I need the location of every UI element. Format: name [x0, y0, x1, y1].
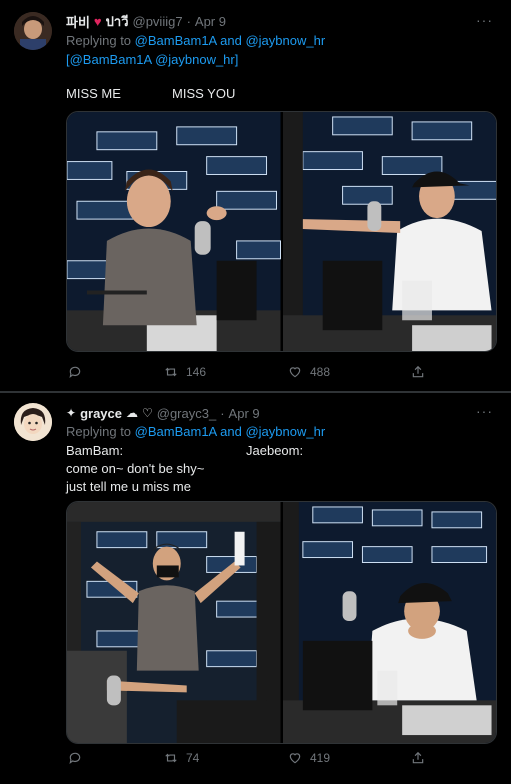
- media-grid[interactable]: [66, 111, 497, 352]
- share-button[interactable]: [411, 751, 425, 765]
- replying-to: Replying to @BamBam1A and @jaybnow_hr: [66, 33, 325, 48]
- retweet-button[interactable]: 74: [164, 751, 199, 765]
- speaker-label-right: Jaebeom:: [246, 443, 304, 458]
- photo-bambam-arms-out[interactable]: [67, 502, 281, 743]
- reply-icon: [69, 752, 81, 765]
- avatar-image: [14, 12, 52, 50]
- like-icon: [289, 367, 301, 378]
- cloud-icon: ☁: [125, 406, 138, 420]
- tweet-1[interactable]: 파비 ♥ ปาวี @pviiig7 · Apr 9 ··· Replying …: [0, 0, 511, 392]
- tweet-2[interactable]: ✦ grayce ☁ ♡ @grayc3_ · Apr 9 ··· Replyi…: [0, 393, 511, 784]
- retweet-count: 146: [186, 365, 207, 379]
- white-heart-icon: ♡: [141, 406, 153, 420]
- like-icon: [289, 753, 301, 764]
- mention-link[interactable]: @BamBam1A: [135, 424, 217, 439]
- mention-link[interactable]: @jaybnow_hr: [245, 424, 325, 439]
- timestamp[interactable]: Apr 9: [229, 406, 260, 421]
- user-handle[interactable]: @pviiig7: [133, 14, 183, 29]
- reply-button[interactable]: [68, 365, 82, 379]
- tweet-text-left: MISS ME: [66, 86, 121, 101]
- photo-bambam-laughing[interactable]: [67, 112, 281, 351]
- tweet-actions: 74 419: [66, 751, 497, 769]
- media-grid[interactable]: [66, 501, 497, 744]
- tweet-header: ✦ grayce ☁ ♡ @grayc3_ · Apr 9: [66, 404, 260, 422]
- tweet-actions: 146 488: [66, 365, 497, 383]
- tweet-text-line[interactable]: [@BamBam1A @jaybnow_hr]: [66, 52, 238, 67]
- photo-jaebeom-pointing[interactable]: [282, 112, 496, 351]
- separator: ·: [186, 13, 191, 29]
- display-name[interactable]: 파비: [66, 12, 90, 31]
- display-name-suffix[interactable]: ปาวี: [106, 11, 129, 32]
- like-button[interactable]: 488: [288, 365, 330, 379]
- replying-to-label: Replying to: [66, 33, 132, 48]
- speaker-label-left: BamBam:: [66, 443, 124, 458]
- user-handle[interactable]: @grayc3_: [157, 406, 216, 421]
- reply-icon: [69, 366, 81, 379]
- heart-icon: ♥: [93, 13, 102, 29]
- more-icon[interactable]: ···: [476, 12, 493, 28]
- mention-link[interactable]: @jaybnow_hr: [245, 33, 325, 48]
- avatar-image: [14, 403, 52, 441]
- retweet-count: 74: [186, 751, 200, 765]
- like-button[interactable]: 419: [288, 751, 330, 765]
- share-button[interactable]: [411, 365, 425, 379]
- retweet-icon: [165, 753, 177, 763]
- display-name[interactable]: grayce: [80, 406, 122, 421]
- separator: ·: [220, 405, 225, 421]
- tweet-header: 파비 ♥ ปาวี @pviiig7 · Apr 9: [66, 12, 226, 30]
- sparkle-icon: ✦: [66, 406, 77, 420]
- like-count: 419: [310, 751, 331, 765]
- replying-to-label: Replying to: [66, 424, 132, 439]
- tweet-text-right: MISS YOU: [172, 86, 236, 101]
- like-count: 488: [310, 365, 331, 379]
- timestamp[interactable]: Apr 9: [195, 14, 226, 29]
- tweet-text-line: just tell me u miss me: [66, 479, 191, 494]
- more-icon[interactable]: ···: [476, 403, 493, 419]
- avatar[interactable]: [14, 403, 52, 441]
- avatar[interactable]: [14, 12, 52, 50]
- share-icon: [412, 365, 424, 378]
- photo-jaebeom-shy[interactable]: [282, 502, 496, 743]
- retweet-icon: [165, 367, 177, 377]
- reply-and[interactable]: and: [220, 33, 242, 48]
- reply-and[interactable]: and: [220, 424, 242, 439]
- retweet-button[interactable]: 146: [164, 365, 206, 379]
- mention-link[interactable]: @BamBam1A: [135, 33, 217, 48]
- share-icon: [412, 751, 424, 764]
- reply-button[interactable]: [68, 751, 82, 765]
- tweet-text-line: come on~ don't be shy~: [66, 461, 205, 476]
- replying-to: Replying to @BamBam1A and @jaybnow_hr: [66, 424, 325, 439]
